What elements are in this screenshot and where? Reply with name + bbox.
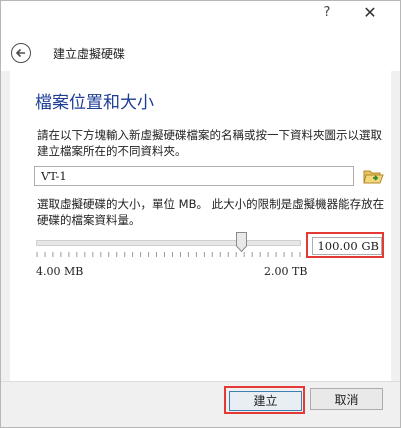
cancel-button[interactable]: 取消 xyxy=(310,388,383,410)
create-button-highlight: 建立 xyxy=(224,386,305,414)
back-arrow-icon[interactable] xyxy=(11,43,31,63)
wizard-header: 建立虛擬硬碟 xyxy=(1,27,400,71)
close-button[interactable]: ✕ xyxy=(348,4,392,22)
title-bar: ? ✕ xyxy=(1,1,400,27)
size-slider-track[interactable] xyxy=(36,240,301,246)
help-button[interactable]: ? xyxy=(318,5,336,21)
folder-open-icon[interactable] xyxy=(362,166,384,186)
slider-min-label: 4.00 MB xyxy=(36,265,84,278)
slider-max-label: 2.00 TB xyxy=(264,265,308,278)
file-name-input[interactable] xyxy=(34,166,354,186)
section-title: 檔案位置和大小 xyxy=(35,93,154,113)
size-input-highlight: 100.00 GB xyxy=(306,232,384,258)
content-panel: 檔案位置和大小 請在以下方塊輸入新虛擬硬碟檔案的名稱或按一下資料夾圖示以選取建立… xyxy=(10,71,391,381)
size-slider-thumb[interactable] xyxy=(235,232,247,253)
footer-divider xyxy=(1,381,400,382)
slider-ticks xyxy=(36,252,301,257)
size-input[interactable]: 100.00 GB xyxy=(312,237,382,255)
wizard-title: 建立虛擬硬碟 xyxy=(53,47,126,61)
location-description: 請在以下方塊輸入新虛擬硬碟檔案的名稱或按一下資料夾圖示以選取建立檔案所在的不同資… xyxy=(37,128,382,158)
size-description: 選取虛擬硬碟的大小，單位 MB。 此大小的限制是虛擬機器能存放在硬碟的檔案資料量… xyxy=(37,197,385,227)
create-button[interactable]: 建立 xyxy=(229,391,302,411)
dialog-window: ? ✕ 建立虛擬硬碟 檔案位置和大小 請在以下方塊輸入新虛擬硬碟檔案的名稱或按一… xyxy=(0,0,401,428)
